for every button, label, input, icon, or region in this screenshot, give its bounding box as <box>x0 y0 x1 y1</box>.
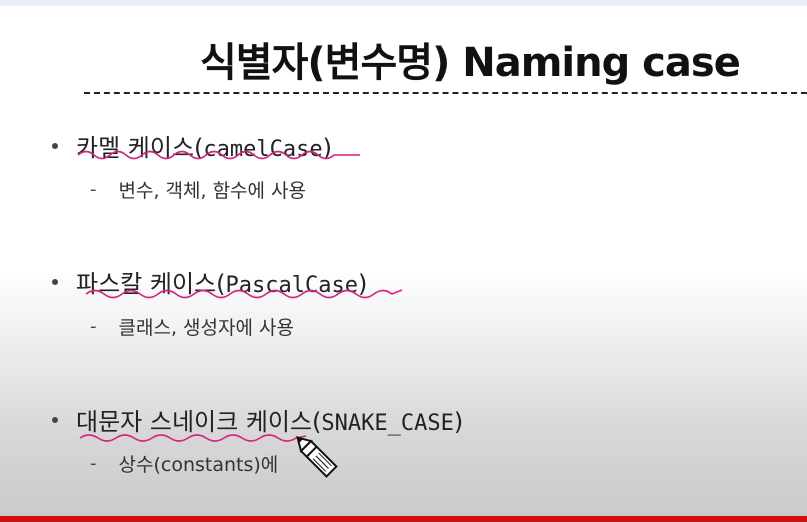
snake-underline <box>79 434 307 442</box>
pencil-cursor-icon <box>296 436 338 478</box>
camel-underline <box>77 150 360 160</box>
progress-bar <box>0 516 807 522</box>
pascal-underline <box>85 289 403 299</box>
annotation-layer <box>77 150 403 478</box>
